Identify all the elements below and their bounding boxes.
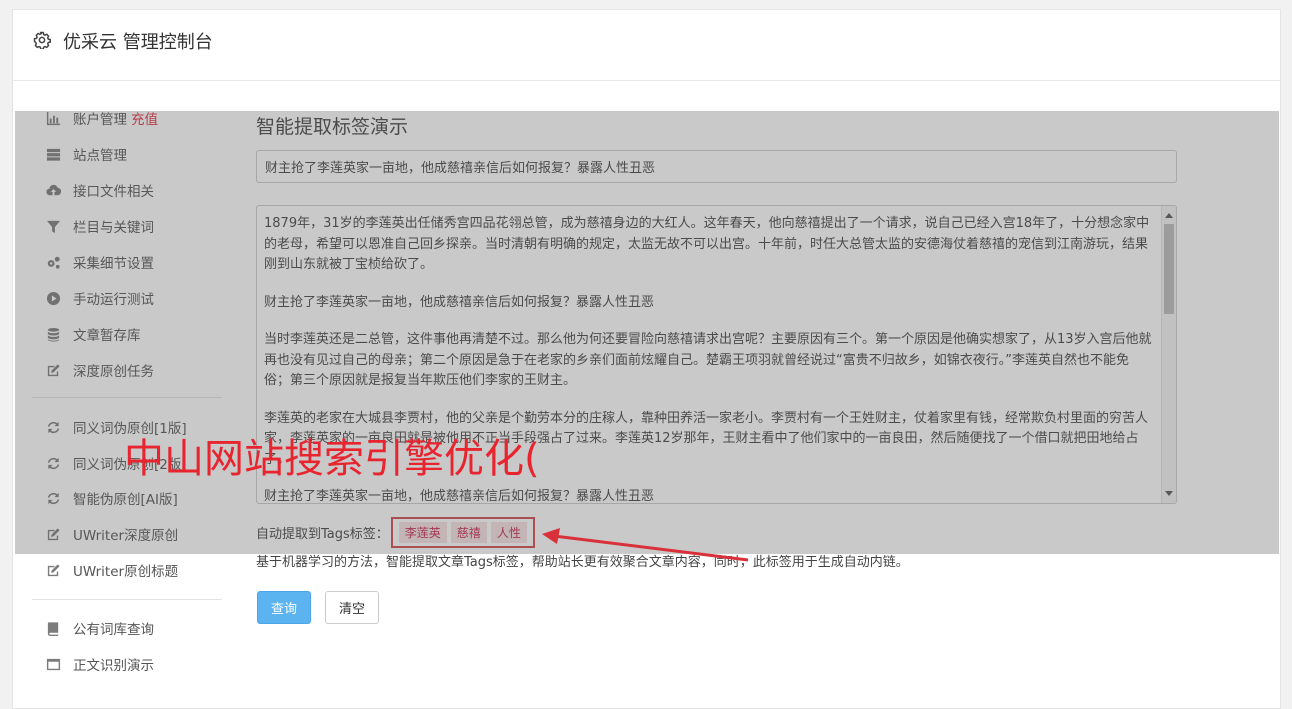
content-paragraph: 李莲英的老家在大城县李贾村，他的父亲是个勤劳本分的庄稼人，靠种田养活一家老小。李…	[264, 410, 1149, 467]
sidebar-item-uwriter-title[interactable]: UWriter原创标题	[32, 555, 178, 585]
sidebar-item-public-lexicon[interactable]: 公有词库查询	[32, 613, 154, 643]
sidebar-item-label: 正文识别演示	[73, 658, 154, 674]
sidebar-item-collect-settings[interactable]: 采集细节设置	[32, 247, 154, 277]
edit-icon	[44, 361, 62, 379]
content-scrollbar[interactable]	[1161, 206, 1176, 503]
content-paragraph: 财主抢了李莲英家一亩地，他成慈禧亲信后如何报复？暴露人性丑恶	[264, 294, 655, 310]
tags-row: 自动提取到Tags标签： 李莲英 慈禧 人性	[256, 517, 535, 548]
article-content-text: 1879年，31岁的李莲英出任储秀宫四品花翎总管，成为慈禧身边的大红人。这年春天…	[264, 214, 1154, 504]
sidebar-item-api-files[interactable]: 接口文件相关	[32, 175, 154, 205]
sidebar-item-synonym-v2[interactable]: 同义词伪原创[2版]	[32, 448, 187, 478]
help-text: 基于机器学习的方法，智能提取文章Tags标签，帮助站长更有效聚合文章内容，同时，…	[256, 555, 909, 570]
article-content-textarea[interactable]: 1879年，31岁的李莲英出任储秀宫四品花翎总管，成为慈禧身边的大红人。这年春天…	[256, 205, 1177, 504]
edit-icon	[44, 561, 62, 579]
bar-chart-icon	[44, 109, 62, 127]
tag: 人性	[490, 522, 527, 543]
tag: 慈禧	[450, 522, 487, 543]
content-paragraph: 财主抢了李莲英家一亩地，他成慈禧亲信后如何报复？暴露人性丑恶	[264, 489, 655, 504]
gear-icon	[33, 31, 51, 49]
sidebar-item-columns-keywords[interactable]: 栏目与关键词	[32, 211, 154, 241]
scroll-down-arrow-icon[interactable]	[1165, 491, 1173, 496]
gears-icon	[44, 253, 62, 271]
filter-icon	[44, 217, 62, 235]
sidebar-item-synonym-v1[interactable]: 同义词伪原创[1版]	[32, 412, 187, 442]
sidebar-item-label: 同义词伪原创[1版]	[73, 421, 187, 437]
sidebar-item-label: UWriter深度原创	[73, 528, 179, 544]
sidebar-item-article-store[interactable]: 文章暂存库	[32, 319, 141, 349]
content-paragraph: 当时李莲英还是二总管，这件事他再清楚不过。那么他为何还要冒险向慈禧请求出宫呢？主…	[264, 332, 1152, 388]
book-icon	[44, 619, 62, 637]
content-paragraph: 1879年，31岁的李莲英出任储秀宫四品花翎总管，成为慈禧身边的大红人。这年春天…	[264, 216, 1150, 272]
sidebar-item-label: 手动运行测试	[73, 292, 154, 308]
sidebar-item-label: 深度原创任务	[73, 364, 154, 380]
sidebar-item-uwriter-deep[interactable]: UWriter深度原创	[32, 519, 178, 549]
server-icon	[44, 145, 62, 163]
database-icon	[44, 325, 62, 343]
sidebar-item-label: 采集细节设置	[73, 256, 154, 272]
sidebar-item-label: 站点管理	[73, 148, 127, 164]
section-title: 智能提取标签演示	[256, 116, 409, 138]
page-title: 优采云 管理控制台	[63, 32, 213, 53]
sidebar-item-manual-run[interactable]: 手动运行测试	[32, 283, 154, 313]
tag: 李莲英	[398, 522, 447, 543]
tags-highlight-box: 李莲英 慈禧 人性	[390, 517, 535, 548]
sidebar-item-label: 公有词库查询	[73, 622, 154, 638]
play-circle-icon	[44, 289, 62, 307]
sidebar-divider	[32, 599, 222, 600]
refresh-icon	[44, 454, 62, 472]
scroll-thumb[interactable]	[1164, 224, 1174, 314]
tags-label: 自动提取到Tags标签：	[256, 527, 389, 542]
edit-icon	[44, 525, 62, 543]
sidebar-item-label: 接口文件相关	[73, 184, 154, 200]
sidebar-item-account[interactable]: 账户管理 充值	[32, 103, 158, 133]
sidebar-item-label: 文章暂存库	[73, 328, 141, 344]
recharge-link[interactable]: 充值	[131, 108, 158, 128]
refresh-icon	[44, 489, 62, 507]
sidebar-item-label: 智能伪原创[AI版]	[73, 492, 178, 508]
refresh-icon	[44, 418, 62, 436]
sidebar-divider	[32, 397, 222, 398]
sidebar-item-text-recognition[interactable]: 正文识别演示	[32, 649, 154, 679]
sidebar-item-label: 同义词伪原创[2版]	[73, 457, 187, 473]
sidebar-item-label: 账户管理	[73, 112, 127, 128]
sidebar-item-deep-original[interactable]: 深度原创任务	[32, 355, 154, 385]
sidebar-item-label: 栏目与关键词	[73, 220, 154, 236]
article-title-value: 财主抢了李莲英家一亩地，他成慈禧亲信后如何报复？暴露人性丑恶	[265, 161, 656, 176]
window-icon	[44, 655, 62, 673]
cloud-upload-icon	[44, 181, 62, 199]
sidebar-item-sites[interactable]: 站点管理	[32, 139, 127, 169]
article-title-input[interactable]: 财主抢了李莲英家一亩地，他成慈禧亲信后如何报复？暴露人性丑恶	[256, 150, 1177, 183]
scroll-up-arrow-icon[interactable]	[1165, 213, 1173, 218]
panel-header: 优采云 管理控制台	[13, 10, 1280, 81]
query-button[interactable]: 查询	[257, 591, 311, 624]
sidebar-item-label: UWriter原创标题	[73, 564, 179, 580]
clear-button[interactable]: 清空	[325, 591, 379, 624]
sidebar-item-ai-rewrite[interactable]: 智能伪原创[AI版]	[32, 483, 178, 513]
